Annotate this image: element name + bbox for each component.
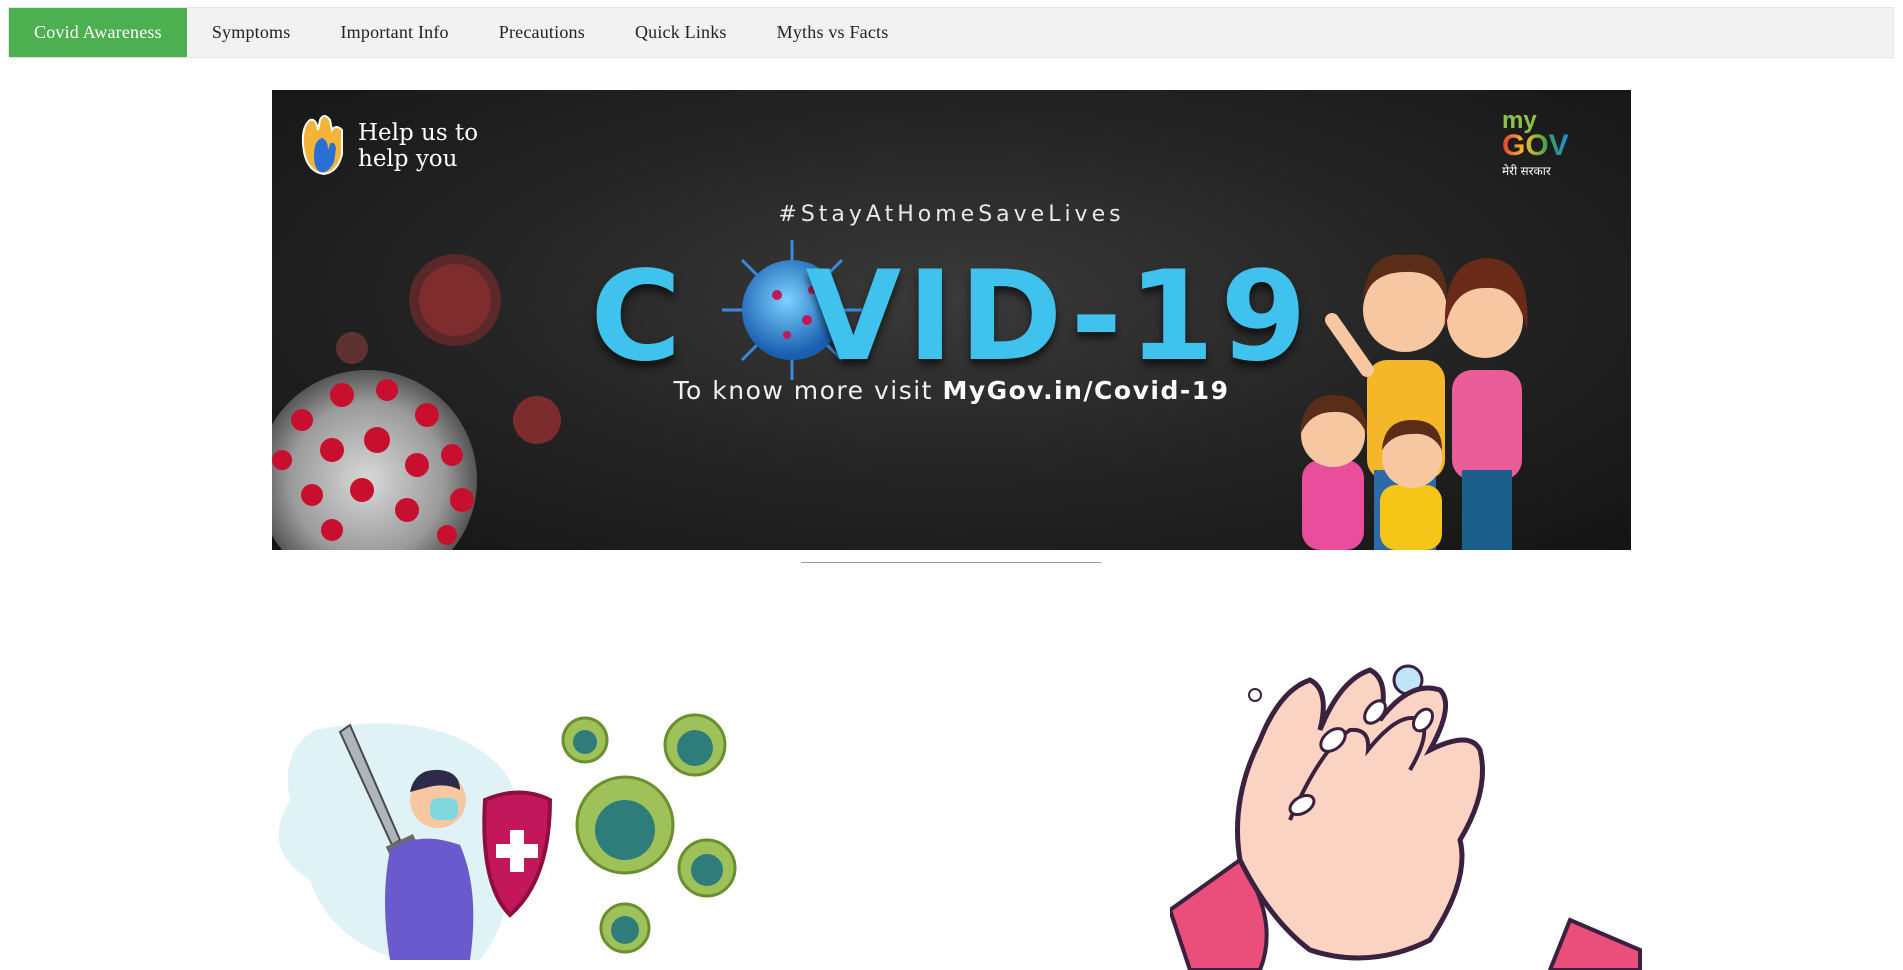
visit-prefix: To know more visit xyxy=(673,376,943,405)
visit-text: To know more visit MyGov.in/Covid-19 xyxy=(272,376,1631,405)
nav-item-symptoms[interactable]: Symptoms xyxy=(187,8,316,57)
nav-item-quick-links[interactable]: Quick Links xyxy=(610,8,752,57)
top-navbar: Covid Awareness Symptoms Important Info … xyxy=(8,7,1894,58)
nav-item-precautions[interactable]: Precautions xyxy=(474,8,610,57)
mygov-logo: my GOV मेरी सरकार xyxy=(1502,109,1569,179)
covid-19-title: C VID-19 xyxy=(272,245,1631,389)
nav-item-important-info[interactable]: Important Info xyxy=(315,8,473,57)
visit-link[interactable]: MyGov.in/Covid-19 xyxy=(942,376,1229,405)
nav-item-myths-vs-facts[interactable]: Myths vs Facts xyxy=(752,8,914,57)
nav-item-covid-awareness[interactable]: Covid Awareness xyxy=(9,8,187,57)
covid-banner: Help us to help you my GOV मेरी सरकार #S… xyxy=(272,90,1631,550)
mygov-logo-sub: मेरी सरकार xyxy=(1502,164,1551,178)
section-divider xyxy=(801,562,1101,563)
help-us-text: Help us to help you xyxy=(358,120,478,172)
help-line-2: help you xyxy=(358,146,458,172)
help-hands-icon xyxy=(301,115,343,176)
covid-title-left: C xyxy=(590,245,688,389)
hashtag-text: #StayAtHomeSaveLives xyxy=(778,202,1125,227)
fight-virus-illustration-icon xyxy=(278,713,737,960)
covid-title-right: VID-19 xyxy=(805,245,1313,389)
help-line-1: Help us to xyxy=(358,120,479,146)
hand-washing-illustration-icon xyxy=(1170,664,1642,970)
mygov-logo-gov: GOV xyxy=(1502,129,1569,162)
